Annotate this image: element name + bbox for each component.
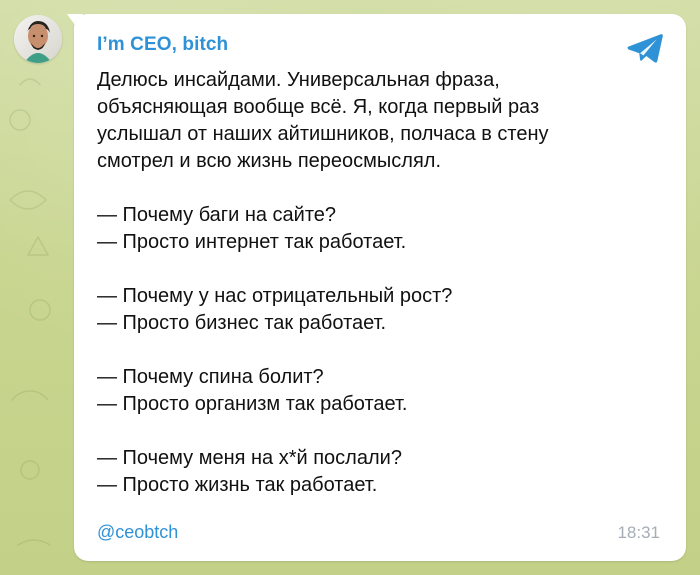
dialogue-answer: — Просто интернет так работает. <box>97 231 407 253</box>
dialogue-answer: — Просто жизнь так работает. <box>97 474 378 496</box>
message-intro-line: объясняющая вообще всё. Я, когда первый … <box>97 96 540 118</box>
dialogue-answer: — Просто бизнес так работает. <box>97 312 387 334</box>
message-intro-line: Делюсь инсайдами. Универсальная фраза, <box>97 69 500 91</box>
channel-avatar[interactable] <box>14 15 62 63</box>
dialogue-question: — Почему баги на сайте? <box>97 204 337 226</box>
dialogue-question: — Почему меня на х*й послали? <box>97 447 402 469</box>
message-intro-line: смотрел и всю жизнь переосмыслял. <box>97 150 442 172</box>
message-timestamp: 18:31 <box>617 523 660 542</box>
message-text: Делюсь инсайдами. Универсальная фраза, о… <box>97 67 657 499</box>
channel-handle-link[interactable]: @ceobtch <box>97 522 178 543</box>
message-intro-line: услышал от наших айтишников, полчаса в с… <box>97 123 549 145</box>
avatar-photo <box>14 15 62 63</box>
dialogue-question: — Почему у нас отрицательный рост? <box>97 285 453 307</box>
dialogue-question: — Почему спина болит? <box>97 366 324 388</box>
channel-post-bubble: I’m CEO, bitch Делюсь инсайдами. Универс… <box>74 14 686 561</box>
telegram-paper-plane-icon <box>627 34 663 63</box>
share-button[interactable] <box>626 32 664 64</box>
dialogue-answer: — Просто организм так работает. <box>97 393 408 415</box>
channel-name[interactable]: I’m CEO, bitch <box>97 34 228 56</box>
